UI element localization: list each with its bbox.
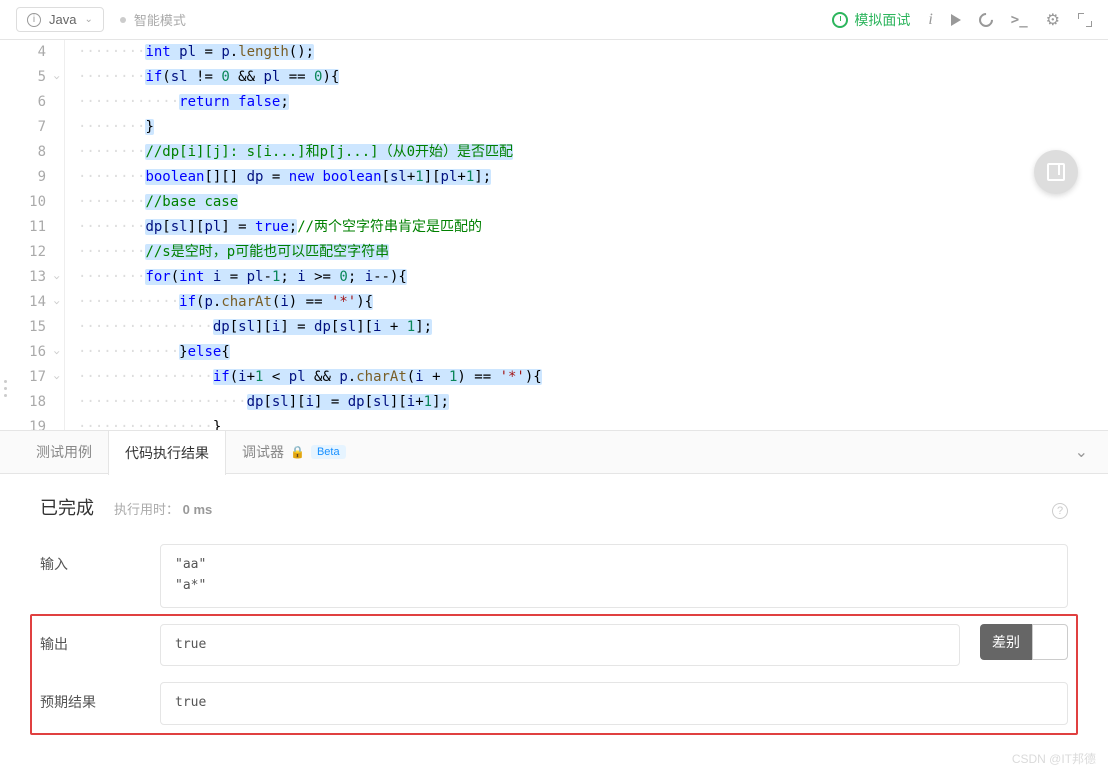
status-row: 已完成 执行用时： 0 ms ? [40, 494, 1068, 520]
language-select[interactable]: i Java ⌄ [16, 7, 104, 32]
chevron-down-icon: ⌄ [84, 14, 92, 25]
lock-icon: 🔒 [290, 445, 305, 459]
input-row: 输入 "aa" "a*" [40, 544, 1068, 608]
toolbar-right: 模拟面试 i >_ ⚙ [832, 10, 1092, 30]
notes-button[interactable] [1034, 150, 1078, 194]
book-icon [1047, 163, 1065, 181]
code-content[interactable]: ········int pl = p.length();········if(s… [70, 40, 1108, 430]
beta-badge: Beta [311, 445, 346, 459]
watermark: CSDN @IT邦德 [1012, 750, 1096, 767]
input-value: "aa" "a*" [160, 544, 1068, 608]
mode-label: 智能模式 [134, 10, 186, 29]
fullscreen-button[interactable] [1078, 13, 1092, 27]
mock-interview-button[interactable]: 模拟面试 [832, 10, 910, 30]
toolbar: i Java ⌄ 智能模式 模拟面试 i >_ ⚙ [0, 0, 1108, 40]
code-editor[interactable]: 45678910111213141516171819 ········int p… [0, 40, 1108, 430]
resize-handle[interactable] [4, 380, 7, 397]
results-panel: 已完成 执行用时： 0 ms ? 输入 "aa" "a*" 输出 true 差别… [0, 474, 1108, 745]
runtime: 执行用时： 0 ms [114, 499, 212, 518]
language-label: Java [49, 12, 76, 27]
expected-value: true [160, 682, 1068, 725]
input-label: 输入 [40, 544, 140, 574]
help-icon[interactable]: ? [1052, 503, 1068, 519]
run-button[interactable] [951, 14, 961, 26]
diff-toggle[interactable]: 差别 [980, 624, 1068, 660]
tab-testcase[interactable]: 测试用例 [20, 430, 108, 474]
collapse-button[interactable]: ⌄ [1075, 442, 1088, 462]
dot-icon [120, 17, 126, 23]
clock-icon [832, 12, 848, 28]
tab-result[interactable]: 代码执行结果 [108, 431, 226, 475]
expected-row: 预期结果 true [40, 682, 1068, 725]
reset-button[interactable] [976, 10, 996, 30]
info-icon: i [27, 13, 41, 27]
comparison-highlight: 输出 true 差别 预期结果 true [30, 614, 1078, 736]
status-text: 已完成 [40, 494, 94, 520]
terminal-button[interactable]: >_ [1011, 12, 1028, 28]
output-row: 输出 true 差别 [40, 624, 1068, 667]
output-label: 输出 [40, 624, 140, 654]
toggle-box[interactable] [1032, 624, 1068, 660]
mock-interview-label: 模拟面试 [854, 10, 910, 30]
expected-label: 预期结果 [40, 682, 140, 712]
info-button[interactable]: i [928, 11, 932, 29]
result-tabs: 测试用例 代码执行结果 调试器 🔒 Beta ⌄ [0, 430, 1108, 474]
diff-button[interactable]: 差别 [980, 624, 1032, 660]
output-value: true [160, 624, 960, 667]
tab-debugger[interactable]: 调试器 🔒 Beta [226, 430, 362, 474]
line-gutter: 45678910111213141516171819 [0, 40, 65, 430]
settings-button[interactable]: ⚙ [1046, 10, 1060, 30]
mode-indicator: 智能模式 [120, 10, 186, 29]
